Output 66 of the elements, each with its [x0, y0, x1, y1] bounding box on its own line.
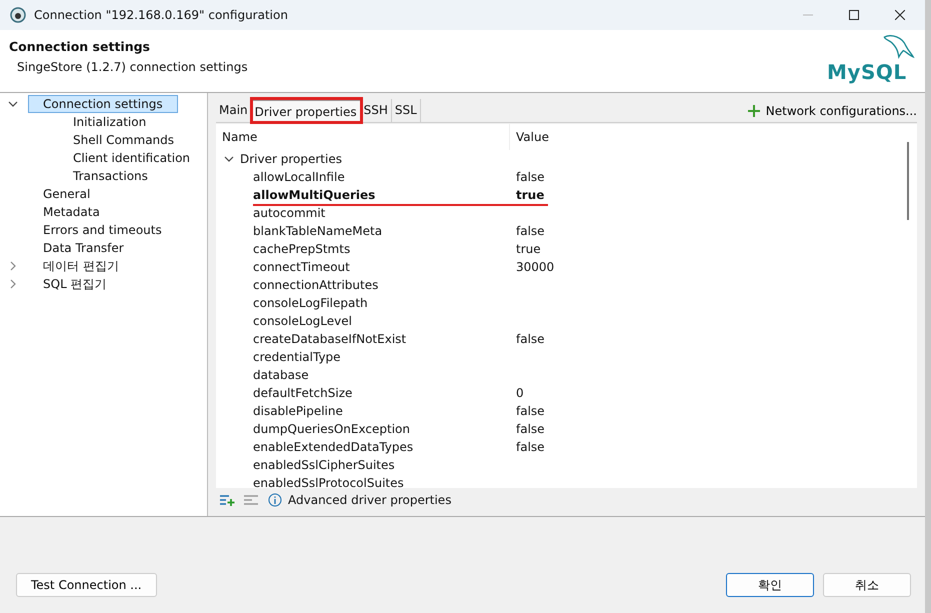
group-label: Driver properties — [240, 152, 342, 166]
property-value: false — [515, 440, 545, 454]
network-configurations-button[interactable]: Network configurations... — [748, 104, 917, 122]
property-value: false — [515, 170, 545, 184]
tab[interactable]: SSL — [392, 99, 421, 122]
property-name: enabledSslProtocolSuites — [253, 476, 404, 490]
column-header[interactable]: Value — [510, 124, 549, 150]
tree-item[interactable]: Client identification — [58, 149, 206, 167]
ok-button[interactable]: 확인 — [726, 573, 814, 597]
advanced-properties-label: Advanced driver properties — [288, 493, 452, 507]
property-name: credentialType — [253, 350, 341, 364]
info-icon — [268, 493, 282, 507]
property-value: false — [515, 332, 545, 346]
scrollbar-thumb[interactable] — [907, 142, 909, 220]
chevron-right-icon[interactable] — [8, 261, 18, 271]
property-name: disablePipeline — [253, 404, 343, 418]
property-value: false — [515, 404, 545, 418]
property-name: allowLocalInfile — [253, 170, 345, 184]
tree-item[interactable]: 데이터 편집기 — [28, 256, 134, 276]
logo-text: MySQL — [827, 60, 907, 84]
test-connection-button[interactable]: Test Connection ... — [16, 573, 157, 597]
tree-item[interactable]: Errors and timeouts — [28, 221, 177, 239]
property-value: 30000 — [515, 260, 554, 274]
chevron-right-icon[interactable] — [8, 279, 18, 289]
property-value: 0 — [515, 386, 524, 400]
property-name: consoleLogFilepath — [253, 296, 368, 310]
header-title: Connection settings — [9, 39, 151, 54]
window-title: Connection "192.168.0.169" configuration — [34, 8, 289, 22]
tree-item[interactable]: Shell Commands — [58, 131, 190, 149]
property-value: true — [515, 188, 544, 202]
close-icon[interactable] — [895, 10, 905, 20]
property-name: dumpQueriesOnException — [253, 422, 410, 436]
property-name: blankTableNameMeta — [253, 224, 382, 238]
property-name: defaultFetchSize — [253, 386, 352, 400]
tree-item[interactable]: Metadata — [28, 203, 115, 221]
property-value: false — [515, 422, 545, 436]
cancel-button[interactable]: 취소 — [823, 573, 911, 597]
header-subtitle: SingeStore (1.2.7) connection settings — [16, 60, 248, 74]
tree-item[interactable]: General — [28, 185, 106, 203]
property-name: cachePrepStmts — [253, 242, 350, 256]
chevron-down-icon[interactable] — [8, 99, 18, 109]
tree-item[interactable]: Connection settings — [28, 95, 178, 113]
property-name: database — [253, 368, 309, 382]
property-name: enableExtendedDataTypes — [253, 440, 414, 454]
property-name: consoleLogLevel — [253, 314, 352, 328]
tree-item[interactable]: Data Transfer — [28, 239, 139, 257]
property-name: allowMultiQueries — [253, 188, 376, 202]
plus-icon — [748, 105, 760, 117]
property-name: connectTimeout — [253, 260, 350, 274]
property-name: autocommit — [253, 206, 326, 220]
tree-item[interactable]: Transactions — [58, 167, 163, 185]
list-icon[interactable] — [244, 494, 260, 506]
column-header[interactable]: Name — [216, 124, 510, 150]
maximize-icon[interactable] — [849, 10, 859, 20]
property-name: enabledSslCipherSuites — [253, 458, 395, 472]
property-value: true — [515, 242, 541, 256]
tree-item[interactable]: SQL 편집기 — [28, 274, 122, 294]
app-icon — [10, 7, 26, 23]
add-list-icon[interactable] — [220, 494, 236, 506]
property-name: connectionAttributes — [253, 278, 378, 292]
tab[interactable]: SSH — [360, 99, 392, 122]
property-value: false — [515, 224, 545, 238]
chevron-down-icon[interactable] — [224, 154, 234, 164]
property-name: createDatabaseIfNotExist — [253, 332, 406, 346]
tab[interactable]: Driver properties — [252, 99, 361, 122]
tree-item[interactable]: Initialization — [58, 113, 162, 131]
